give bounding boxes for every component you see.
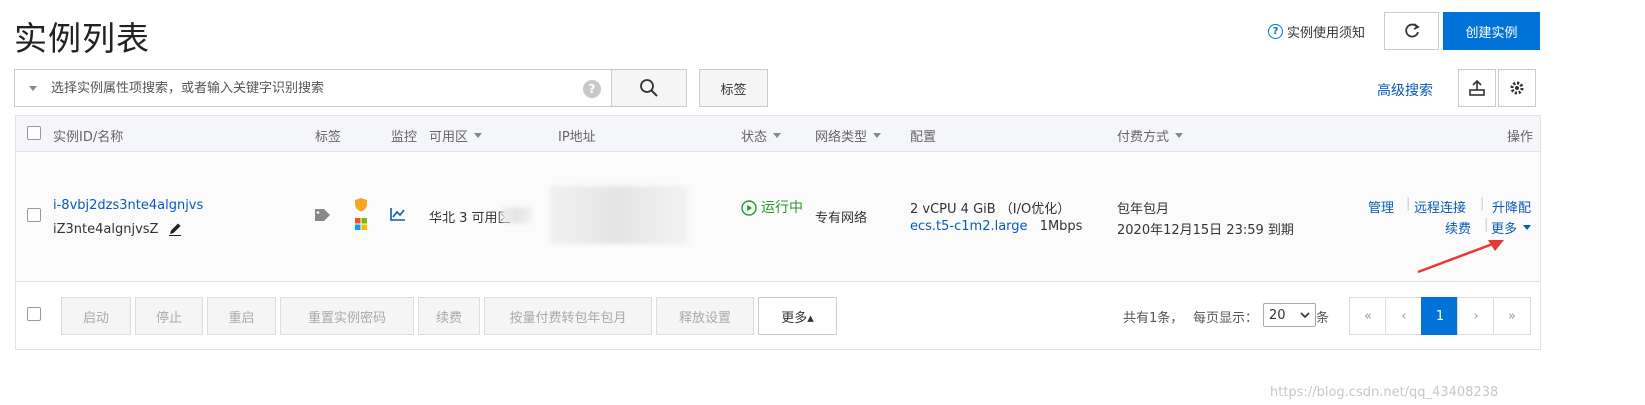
action-divider: |: [1484, 217, 1489, 232]
restart-button[interactable]: 重启: [207, 297, 276, 335]
page-size-value: 20: [1269, 307, 1286, 323]
attribute-dropdown-icon[interactable]: [29, 85, 37, 91]
watermark: https://blog.csdn.net/qq_43408238: [1270, 385, 1499, 400]
column-network-label: 网络类型: [815, 130, 868, 145]
settings-button[interactable]: [1498, 69, 1536, 107]
more-actions-label: 更多: [1491, 222, 1518, 237]
column-monitor: 监控: [391, 130, 418, 145]
remote-connect-link[interactable]: 远程连接: [1414, 197, 1466, 216]
edit-icon[interactable]: [167, 221, 183, 237]
action-divider: |: [1406, 196, 1411, 211]
monitor-chart-icon[interactable]: [390, 207, 406, 221]
footer-select-all-checkbox[interactable]: [27, 307, 41, 321]
column-status[interactable]: 状态: [741, 126, 782, 145]
billing-filter-icon[interactable]: [1175, 133, 1184, 138]
action-divider: |: [1480, 196, 1485, 211]
ip-address-redacted: [550, 186, 688, 244]
advanced-search-link[interactable]: 高级搜索: [1377, 80, 1433, 100]
zone-filter-icon[interactable]: [474, 133, 483, 138]
page-1-button[interactable]: 1: [1421, 297, 1459, 335]
column-zone[interactable]: 可用区: [429, 126, 483, 145]
instance-name-label: iZ3nte4algnjvsZ: [53, 221, 159, 237]
renew-link[interactable]: 续费: [1445, 218, 1471, 237]
search-button[interactable]: [611, 69, 687, 107]
column-network[interactable]: 网络类型: [815, 126, 882, 145]
zone-value: 华北 3 可用区: [429, 211, 511, 226]
bandwidth: 1Mbps: [1039, 219, 1083, 234]
prev-page-button[interactable]: ‹: [1385, 297, 1423, 335]
help-link[interactable]: ? 实例使用须知: [1268, 22, 1365, 41]
more-actions-link[interactable]: 更多: [1491, 218, 1532, 237]
tag-button[interactable]: 标签: [699, 69, 768, 107]
shield-icon: [355, 198, 367, 212]
stop-button[interactable]: 停止: [135, 297, 203, 335]
table-row: i-8vbj2dzs3nte4algnjvs iZ3nte4algnjvsZ 华…: [16, 152, 1540, 282]
column-id-name: 实例ID/名称: [53, 130, 124, 145]
page-size-suffix: 条: [1316, 311, 1330, 326]
instance-table: 实例ID/名称 标签 监控 可用区 IP地址 状态 网络类型 配置 付费方式 操…: [15, 115, 1541, 350]
network-filter-icon[interactable]: [873, 133, 882, 138]
next-page-button[interactable]: ›: [1457, 297, 1495, 335]
select-all-checkbox[interactable]: [27, 126, 41, 140]
page-size-select[interactable]: 20: [1263, 303, 1316, 327]
renew-button[interactable]: 续费: [418, 297, 480, 335]
windows-icon: [355, 218, 367, 230]
network-type: 专有网络: [815, 211, 868, 226]
row-checkbox[interactable]: [27, 208, 41, 222]
help-icon: ?: [1268, 24, 1283, 39]
column-zone-label: 可用区: [429, 130, 469, 145]
export-icon: [1469, 79, 1485, 96]
more-dropdown-icon: [1523, 225, 1532, 230]
instance-id-link[interactable]: i-8vbj2dzs3nte4algnjvs: [53, 198, 203, 213]
status-label: 运行中: [761, 200, 803, 216]
column-actions: 操作: [1507, 130, 1534, 145]
search-box[interactable]: ?: [14, 69, 612, 107]
instance-type-link[interactable]: ecs.t5-c1m2.large: [910, 219, 1028, 234]
play-circle-icon: [741, 200, 757, 216]
footer-more-button[interactable]: 更多▴: [758, 297, 837, 335]
total-count: 共有1条，: [1123, 311, 1184, 326]
column-status-label: 状态: [741, 130, 768, 145]
status-filter-icon[interactable]: [773, 133, 782, 138]
export-button[interactable]: [1458, 69, 1496, 107]
page-size-label: 每页显示：: [1193, 311, 1259, 326]
release-settings-button[interactable]: 释放设置: [656, 297, 754, 335]
reset-password-button[interactable]: 重置实例密码: [280, 297, 414, 335]
column-billing[interactable]: 付费方式: [1117, 126, 1184, 145]
help-link-label: 实例使用须知: [1287, 26, 1366, 41]
config-details: ecs.t5-c1m2.large 1Mbps: [910, 219, 1082, 234]
instance-name: iZ3nte4algnjvsZ: [53, 221, 183, 237]
upgrade-link[interactable]: 升降配: [1492, 197, 1531, 216]
table-header: 实例ID/名称 标签 监控 可用区 IP地址 状态 网络类型 配置 付费方式 操…: [16, 116, 1540, 152]
search-help-icon[interactable]: ?: [583, 80, 601, 98]
column-billing-label: 付费方式: [1117, 130, 1170, 145]
last-page-button[interactable]: »: [1493, 297, 1531, 335]
status-running: 运行中: [741, 198, 805, 218]
billing-type: 包年包月: [1117, 202, 1170, 217]
zone-redacted: [502, 207, 532, 223]
tag-icon[interactable]: [314, 208, 332, 222]
gear-icon: [1510, 81, 1524, 95]
column-ip: IP地址: [558, 130, 596, 145]
start-button[interactable]: 启动: [61, 297, 131, 335]
table-footer: 启动 停止 重启 重置实例密码 续费 按量付费转包年包月 释放设置 更多▴ 共有…: [16, 282, 1540, 350]
column-tags: 标签: [315, 130, 342, 145]
refresh-icon: [1404, 23, 1420, 38]
convert-billing-button[interactable]: 按量付费转包年包月: [484, 297, 652, 335]
config-spec: 2 vCPU 4 GiB （I/O优化）: [910, 202, 1071, 217]
first-page-button[interactable]: «: [1349, 297, 1387, 335]
billing-expire: 2020年12月15日 23:59 到期: [1117, 223, 1294, 238]
manage-link[interactable]: 管理: [1368, 197, 1394, 216]
search-icon: [640, 79, 658, 97]
chevron-down-icon: [1300, 312, 1310, 319]
refresh-button[interactable]: [1384, 12, 1439, 50]
page-title: 实例列表: [14, 19, 150, 58]
create-instance-button[interactable]: 创建实例: [1443, 12, 1540, 50]
column-config: 配置: [910, 130, 937, 145]
search-input[interactable]: [51, 80, 571, 96]
annotation-arrow: [1417, 240, 1504, 274]
